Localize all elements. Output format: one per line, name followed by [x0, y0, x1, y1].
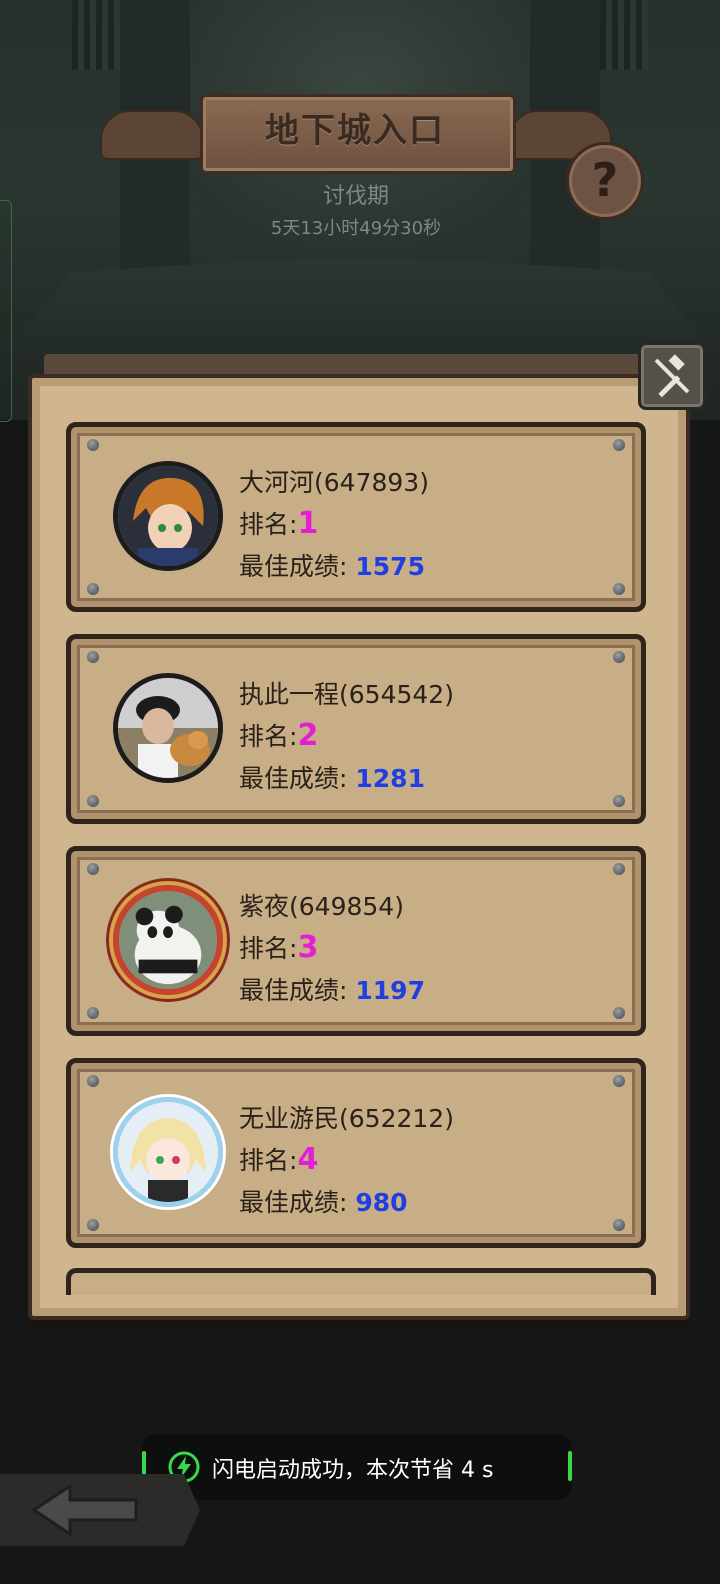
ranking-card-1[interactable]: 大河河(647893) 排名:1 最佳成绩: 1575	[66, 422, 646, 612]
rank-row: 排名:2	[239, 717, 318, 753]
score-label: 最佳成绩:	[239, 552, 348, 581]
rivet	[613, 863, 625, 875]
anime-girl-avatar[interactable]	[113, 1097, 223, 1207]
toast-accent-right	[568, 1451, 572, 1481]
rivet	[87, 1219, 99, 1231]
player-name: 大河河(647893)	[239, 468, 429, 497]
toast-message: 闪电启动成功，本次节省 4 s	[212, 1458, 494, 1483]
title-ornament-left	[100, 110, 204, 160]
phase-label: 讨伐期	[322, 184, 389, 209]
rank-label: 排名:	[239, 510, 298, 539]
anime-boy-avatar[interactable]	[113, 461, 223, 571]
rivet	[613, 651, 625, 663]
rank-row: 排名:3	[239, 929, 318, 965]
rivet	[613, 1219, 625, 1231]
score-label: 最佳成绩:	[239, 1188, 348, 1217]
window-right	[600, 0, 648, 70]
countdown-timer: 5天13小时49分30秒	[270, 218, 442, 239]
rivet	[613, 795, 625, 807]
score-row: 最佳成绩: 1575	[239, 547, 425, 583]
score-value: 1281	[355, 764, 425, 793]
ranking-card-2[interactable]: 执此一程(654542) 排名:2 最佳成绩: 1281	[66, 634, 646, 824]
rank-row: 排名:1	[239, 505, 318, 541]
rivet	[87, 583, 99, 595]
rank-value: 3	[297, 930, 319, 965]
hammer-sword-icon	[654, 354, 690, 398]
score-value: 980	[355, 1188, 408, 1217]
rivet	[613, 583, 625, 595]
page-title: 地下城入口	[265, 111, 445, 151]
rivet	[87, 863, 99, 875]
photo-man-dog-avatar[interactable]	[113, 673, 223, 783]
back-arrow-icon	[31, 1483, 138, 1537]
rank-value: 1	[297, 506, 319, 541]
score-value: 1575	[355, 552, 425, 581]
rivet	[87, 439, 99, 451]
ranking-card-next-peek	[66, 1268, 656, 1295]
score-row: 最佳成绩: 1281	[239, 759, 425, 795]
rank-label: 排名:	[239, 934, 298, 963]
player-name: 紫夜(649854)	[239, 892, 404, 921]
score-value: 1197	[355, 976, 425, 1005]
rivet	[613, 1075, 625, 1087]
tool-button[interactable]	[638, 342, 706, 410]
score-label: 最佳成绩:	[239, 976, 348, 1005]
player-name: 执此一程(654542)	[239, 680, 454, 709]
score-label: 最佳成绩:	[239, 764, 348, 793]
panda-avatar[interactable]	[113, 885, 223, 995]
rank-label: 排名:	[239, 1146, 298, 1175]
rank-value: 4	[297, 1142, 319, 1177]
score-row: 最佳成绩: 1197	[239, 971, 425, 1007]
rivet	[87, 651, 99, 663]
rivet	[613, 439, 625, 451]
player-name: 无业游民(652212)	[239, 1104, 454, 1133]
rank-row: 排名:4	[239, 1141, 318, 1177]
rank-value: 2	[297, 718, 319, 753]
back-button[interactable]	[0, 1474, 200, 1546]
score-row: 最佳成绩: 980	[239, 1183, 408, 1219]
rivet	[87, 795, 99, 807]
rivet	[87, 1007, 99, 1019]
rank-label: 排名:	[239, 722, 298, 751]
ranking-card-4[interactable]: 无业游民(652212) 排名:4 最佳成绩: 980	[66, 1058, 646, 1248]
window-left	[72, 0, 120, 70]
rivet	[87, 1075, 99, 1087]
ranking-card-3[interactable]: 紫夜(649854) 排名:3 最佳成绩: 1197	[66, 846, 646, 1036]
rivet	[613, 1007, 625, 1019]
